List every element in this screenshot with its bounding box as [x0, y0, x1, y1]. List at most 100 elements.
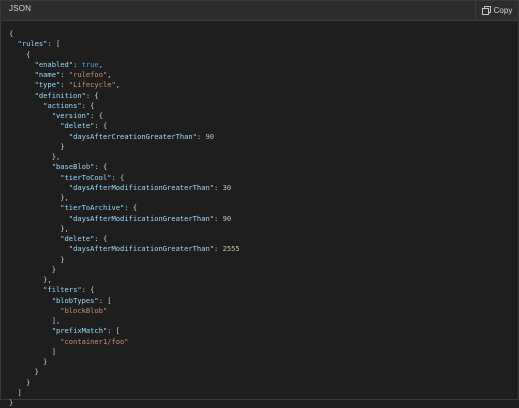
code-line: } [9, 142, 518, 152]
code-line: } [9, 255, 518, 265]
json-key-token: "version" [51, 111, 91, 120]
json-punctuation-token: { [26, 49, 31, 59]
code-line: } [9, 378, 518, 388]
json-punctuation-token: : { [81, 100, 95, 110]
json-punctuation-token: }, [60, 193, 69, 202]
json-key-token: "daysAfterModificationGreaterThan" [68, 244, 215, 254]
json-punctuation-token: } [60, 254, 65, 264]
json-punctuation-token: ] [17, 387, 22, 397]
copy-label: Copy [493, 6, 513, 15]
json-punctuation-token: : [214, 244, 223, 254]
code-line: }, [9, 224, 518, 234]
code-content[interactable]: { "rules": [ { "enabled": true, "name": … [1, 21, 518, 408]
json-punctuation-token: : { [124, 203, 138, 213]
json-key-token: "rules" [17, 39, 48, 49]
code-line: { [9, 29, 518, 39]
code-line: "rules": [ [9, 39, 518, 49]
json-key-token: "enabled" [34, 59, 74, 69]
json-key-token: "delete" [60, 234, 95, 243]
json-key-token: "definition" [34, 90, 86, 100]
json-punctuation-token: } [60, 141, 65, 151]
json-number-token: 90 [222, 213, 232, 223]
json-punctuation-token: : [ [98, 295, 112, 305]
code-line: "daysAfterCreationGreaterThan": 90 [9, 132, 518, 142]
code-line: "daysAfterModificationGreaterThan": 90 [9, 214, 518, 224]
code-block-header: JSON Copy [1, 1, 518, 21]
json-key-token: "daysAfterModificationGreaterThan" [68, 213, 215, 223]
json-key-token: "filters" [43, 285, 82, 295]
json-number-token: 90 [205, 131, 215, 141]
json-punctuation-token: }, [51, 152, 61, 161]
json-key-token: "tierToCool" [60, 172, 112, 182]
code-line: "enabled": true, [9, 60, 518, 70]
json-punctuation-token: } [26, 377, 31, 387]
code-line: "definition": { [9, 91, 518, 101]
json-punctuation-token: : [60, 70, 69, 79]
json-boolean-token: true [81, 59, 99, 69]
code-line: "tierToArchive": { [9, 203, 518, 213]
code-line: "tierToCool": { [9, 173, 518, 183]
code-line: "version": { [9, 111, 518, 121]
json-punctuation-token: } [43, 357, 48, 366]
copy-button[interactable]: Copy [475, 1, 518, 20]
code-line: } [9, 357, 518, 367]
json-key-token: "tierToArchive" [60, 203, 125, 213]
json-punctuation-token: : { [81, 285, 95, 295]
json-punctuation-token: : { [111, 172, 125, 182]
json-key-token: "daysAfterModificationGreaterThan" [68, 182, 215, 192]
json-punctuation-token: ], [51, 316, 61, 325]
json-punctuation-token: : [ [47, 39, 61, 49]
json-punctuation-token: } [51, 264, 56, 274]
json-number-token: 2555 [222, 244, 240, 254]
code-line: "baseBlob": { [9, 162, 518, 172]
code-line: } [9, 265, 518, 275]
code-line: }, [9, 193, 518, 203]
json-string-token: "rulefoo" [68, 70, 108, 79]
json-punctuation-token: , [115, 80, 121, 90]
code-block-panel: JSON Copy { "rules": [ { "enabled": true… [0, 0, 519, 407]
json-punctuation-token: : { [94, 234, 108, 243]
json-punctuation-token: { [9, 29, 14, 38]
code-line: "delete": { [9, 234, 518, 244]
json-punctuation-token: : { [94, 121, 108, 131]
code-line: ] [9, 388, 518, 398]
json-key-token: "name" [34, 70, 61, 79]
code-line: "filters": { [9, 285, 518, 295]
json-punctuation-token: : { [94, 162, 108, 172]
json-key-token: "delete" [60, 121, 95, 131]
code-line: "delete": { [9, 121, 518, 131]
json-punctuation-token: , [107, 70, 112, 79]
json-key-token: "blobTypes" [51, 295, 99, 305]
copy-icon [481, 6, 491, 15]
code-line: "daysAfterModificationGreaterThan": 2555 [9, 244, 518, 254]
